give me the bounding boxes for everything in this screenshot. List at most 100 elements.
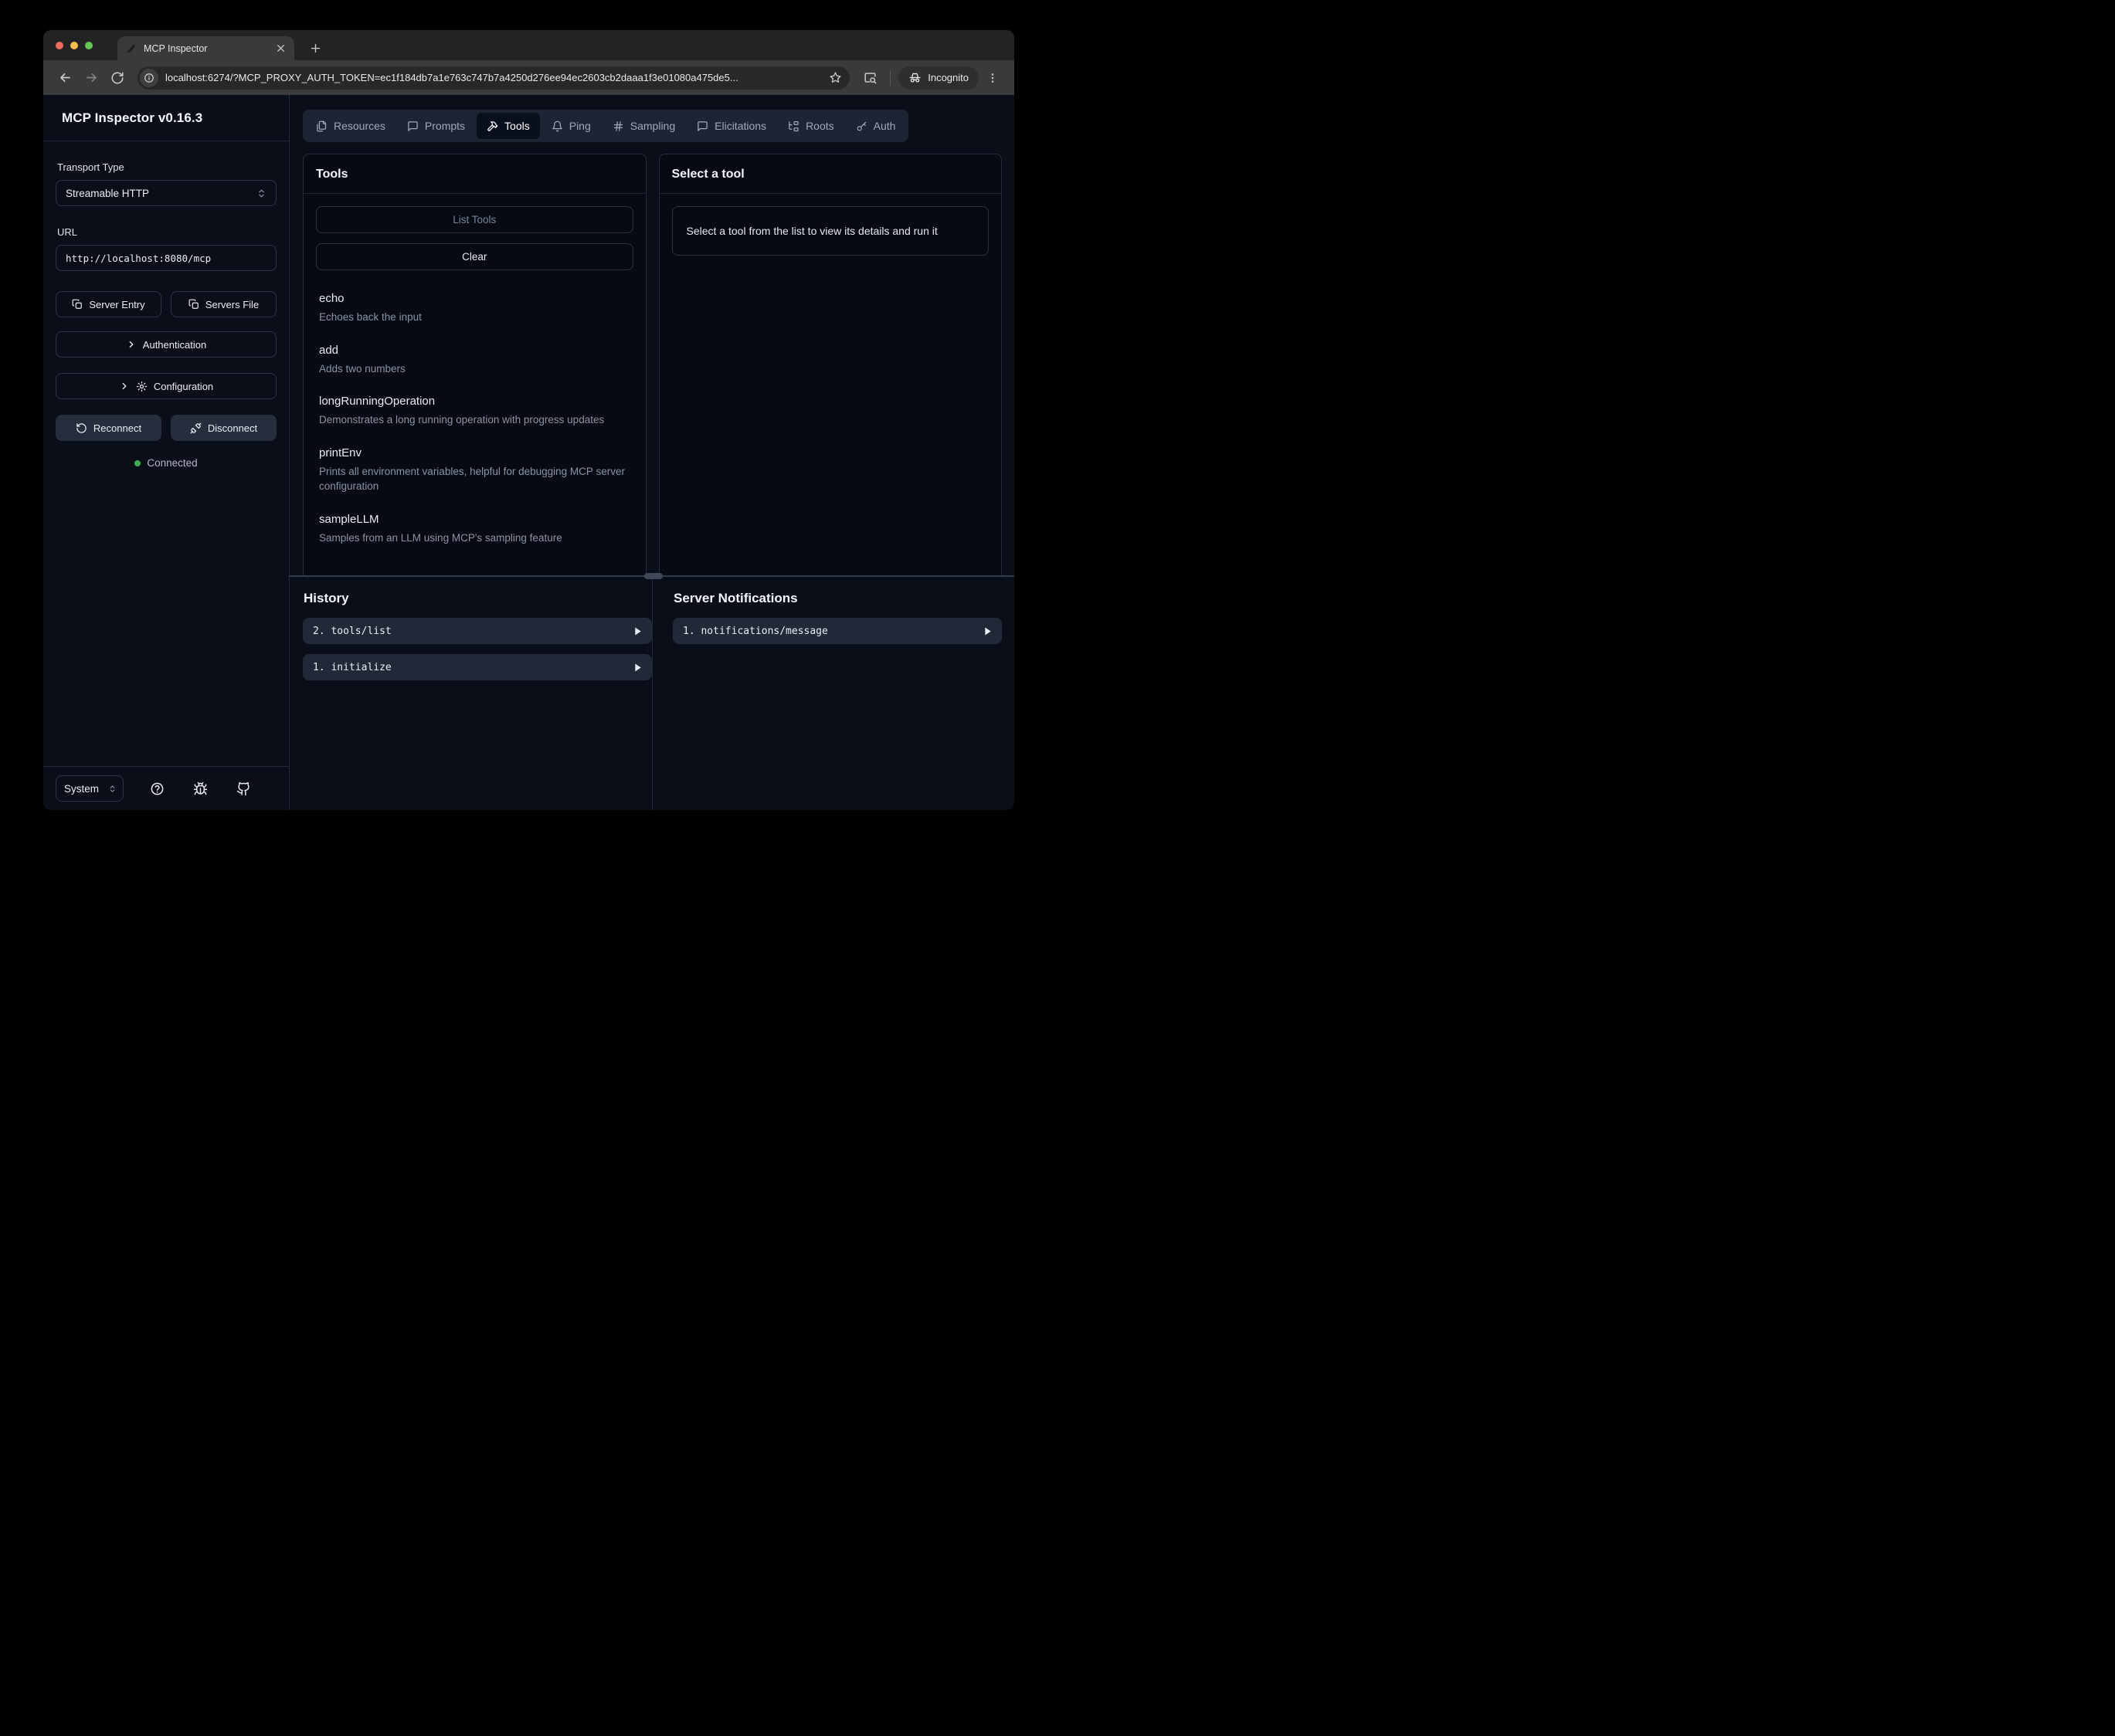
tab-resources[interactable]: Resources (306, 113, 396, 139)
tab-auth[interactable]: Auth (846, 113, 906, 139)
list-tools-button[interactable]: List Tools (316, 206, 633, 233)
sidebar-header: MCP Inspector v0.16.3 (43, 95, 289, 141)
tool-list-item[interactable]: sampleLLM Samples from an LLM using MCP'… (319, 513, 630, 546)
tool-list: echo Echoes back the input add Adds two … (316, 270, 633, 545)
address-bar[interactable]: localhost:6274/?MCP_PROXY_AUTH_TOKEN=ec1… (137, 66, 850, 90)
clear-tools-button[interactable]: Clear (316, 243, 633, 270)
configuration-label: Configuration (154, 381, 213, 392)
server-entry-button[interactable]: Server Entry (56, 291, 161, 317)
splitter-grip[interactable] (644, 573, 663, 579)
feature-tabs: Resources Prompts Tools (303, 110, 908, 142)
tool-name: longRunningOperation (319, 395, 630, 408)
new-tab-button[interactable] (306, 39, 324, 57)
tab-prompts[interactable]: Prompts (397, 113, 475, 139)
tool-list-item[interactable]: longRunningOperation Demonstrates a long… (319, 395, 630, 428)
browser-toolbar: localhost:6274/?MCP_PROXY_AUTH_TOKEN=ec1… (43, 60, 1014, 95)
server-notifications-panel: Server Notifications 1. notifications/me… (653, 577, 1002, 810)
browser-window: MCP Inspector localhost:6274/?MCP_PROXY_… (43, 30, 1014, 810)
history-item-label: 1. initialize (313, 662, 392, 673)
chevron-right-icon (119, 381, 130, 392)
transport-type-value: Streamable HTTP (66, 188, 149, 199)
reconnect-label: Reconnect (93, 422, 141, 434)
history-item[interactable]: 1. initialize (303, 654, 652, 680)
tab-title: MCP Inspector (144, 43, 266, 54)
tool-description: Prints all environment variables, helpfu… (319, 464, 630, 494)
panel-splitter[interactable] (290, 575, 1014, 577)
tool-name: sampleLLM (319, 513, 630, 526)
servers-file-button[interactable]: Servers File (171, 291, 277, 317)
reload-icon[interactable] (105, 66, 130, 90)
tool-description: Echoes back the input (319, 310, 630, 325)
browser-tab[interactable]: MCP Inspector (117, 36, 294, 60)
window-zoom-button[interactable] (85, 42, 93, 49)
select-tool-placeholder: Select a tool from the list to view its … (672, 206, 990, 256)
history-item-label: 2. tools/list (313, 626, 392, 637)
sidebar-footer: System (43, 766, 289, 810)
tab-sampling[interactable]: Sampling (603, 113, 685, 139)
message-square-icon (407, 120, 419, 132)
history-item[interactable]: 2. tools/list (303, 618, 652, 644)
tool-list-item[interactable]: echo Echoes back the input (319, 292, 630, 325)
back-icon[interactable] (53, 66, 77, 90)
tool-name: echo (319, 292, 630, 305)
tab-roots[interactable]: Roots (778, 113, 844, 139)
tab-ping[interactable]: Ping (541, 113, 601, 139)
message-square-icon (697, 120, 708, 132)
notification-item[interactable]: 1. notifications/message (673, 618, 1002, 644)
tool-description: Adds two numbers (319, 361, 630, 377)
url-text: localhost:6274/?MCP_PROXY_AUTH_TOKEN=ec1… (165, 72, 822, 83)
gear-icon (136, 381, 148, 392)
window-minimize-button[interactable] (70, 42, 78, 49)
configuration-toggle[interactable]: Configuration (56, 373, 277, 399)
expand-arrow-icon (634, 663, 642, 672)
tool-list-item[interactable]: printEnv Prints all environment variable… (319, 446, 630, 494)
history-panel: History 2. tools/list 1. initialize (303, 577, 652, 810)
tool-name: printEnv (319, 446, 630, 459)
search-tabs-icon[interactable] (857, 66, 882, 90)
browser-menu-icon[interactable] (980, 66, 1005, 90)
chevrons-up-down-icon (108, 785, 117, 793)
tab-label: Sampling (630, 120, 675, 132)
tool-list-item[interactable]: add Adds two numbers (319, 344, 630, 377)
sidebar-body: Transport Type Streamable HTTP URL (43, 141, 289, 766)
tab-label: Resources (334, 120, 385, 132)
files-icon (316, 120, 328, 132)
mcp-logo-icon (126, 42, 137, 54)
forward-icon[interactable] (79, 66, 104, 90)
unplug-icon (190, 422, 202, 434)
authentication-toggle[interactable]: Authentication (56, 331, 277, 358)
chevrons-up-down-icon (256, 188, 266, 198)
window-close-button[interactable] (56, 42, 63, 49)
chevron-right-icon (126, 339, 137, 350)
theme-select[interactable]: System (56, 775, 124, 802)
tab-elicitations[interactable]: Elicitations (687, 113, 776, 139)
bookmark-star-icon[interactable] (829, 71, 842, 84)
hash-icon (613, 120, 624, 132)
server-url-input[interactable] (56, 245, 277, 271)
tools-panel: Tools List Tools Clear echo Echoes back … (303, 154, 647, 575)
disconnect-button[interactable]: Disconnect (171, 415, 277, 441)
reconnect-button[interactable]: Reconnect (56, 415, 161, 441)
main-content: Resources Prompts Tools (290, 95, 1014, 810)
github-icon[interactable] (233, 778, 253, 798)
copy-icon (72, 299, 83, 310)
tab-label: Tools (504, 120, 530, 132)
tab-tools[interactable]: Tools (477, 113, 540, 139)
incognito-label: Incognito (928, 72, 969, 83)
bug-icon[interactable] (190, 778, 210, 798)
tab-label: Prompts (425, 120, 465, 132)
select-tool-title: Select a tool (660, 154, 1002, 194)
tab-label: Roots (806, 120, 834, 132)
help-icon[interactable] (147, 778, 167, 798)
tool-name: add (319, 344, 630, 357)
copy-icon (188, 299, 199, 310)
site-info-icon[interactable] (140, 69, 158, 87)
connection-status: Connected (56, 457, 277, 469)
notification-item-label: 1. notifications/message (683, 626, 828, 637)
incognito-icon (908, 71, 922, 84)
tools-panel-title: Tools (304, 154, 646, 194)
mcp-inspector-app: MCP Inspector v0.16.3 Transport Type Str… (43, 95, 1014, 810)
tab-close-icon[interactable] (273, 41, 288, 56)
folder-tree-icon (788, 120, 799, 132)
transport-type-select[interactable]: Streamable HTTP (56, 180, 277, 206)
